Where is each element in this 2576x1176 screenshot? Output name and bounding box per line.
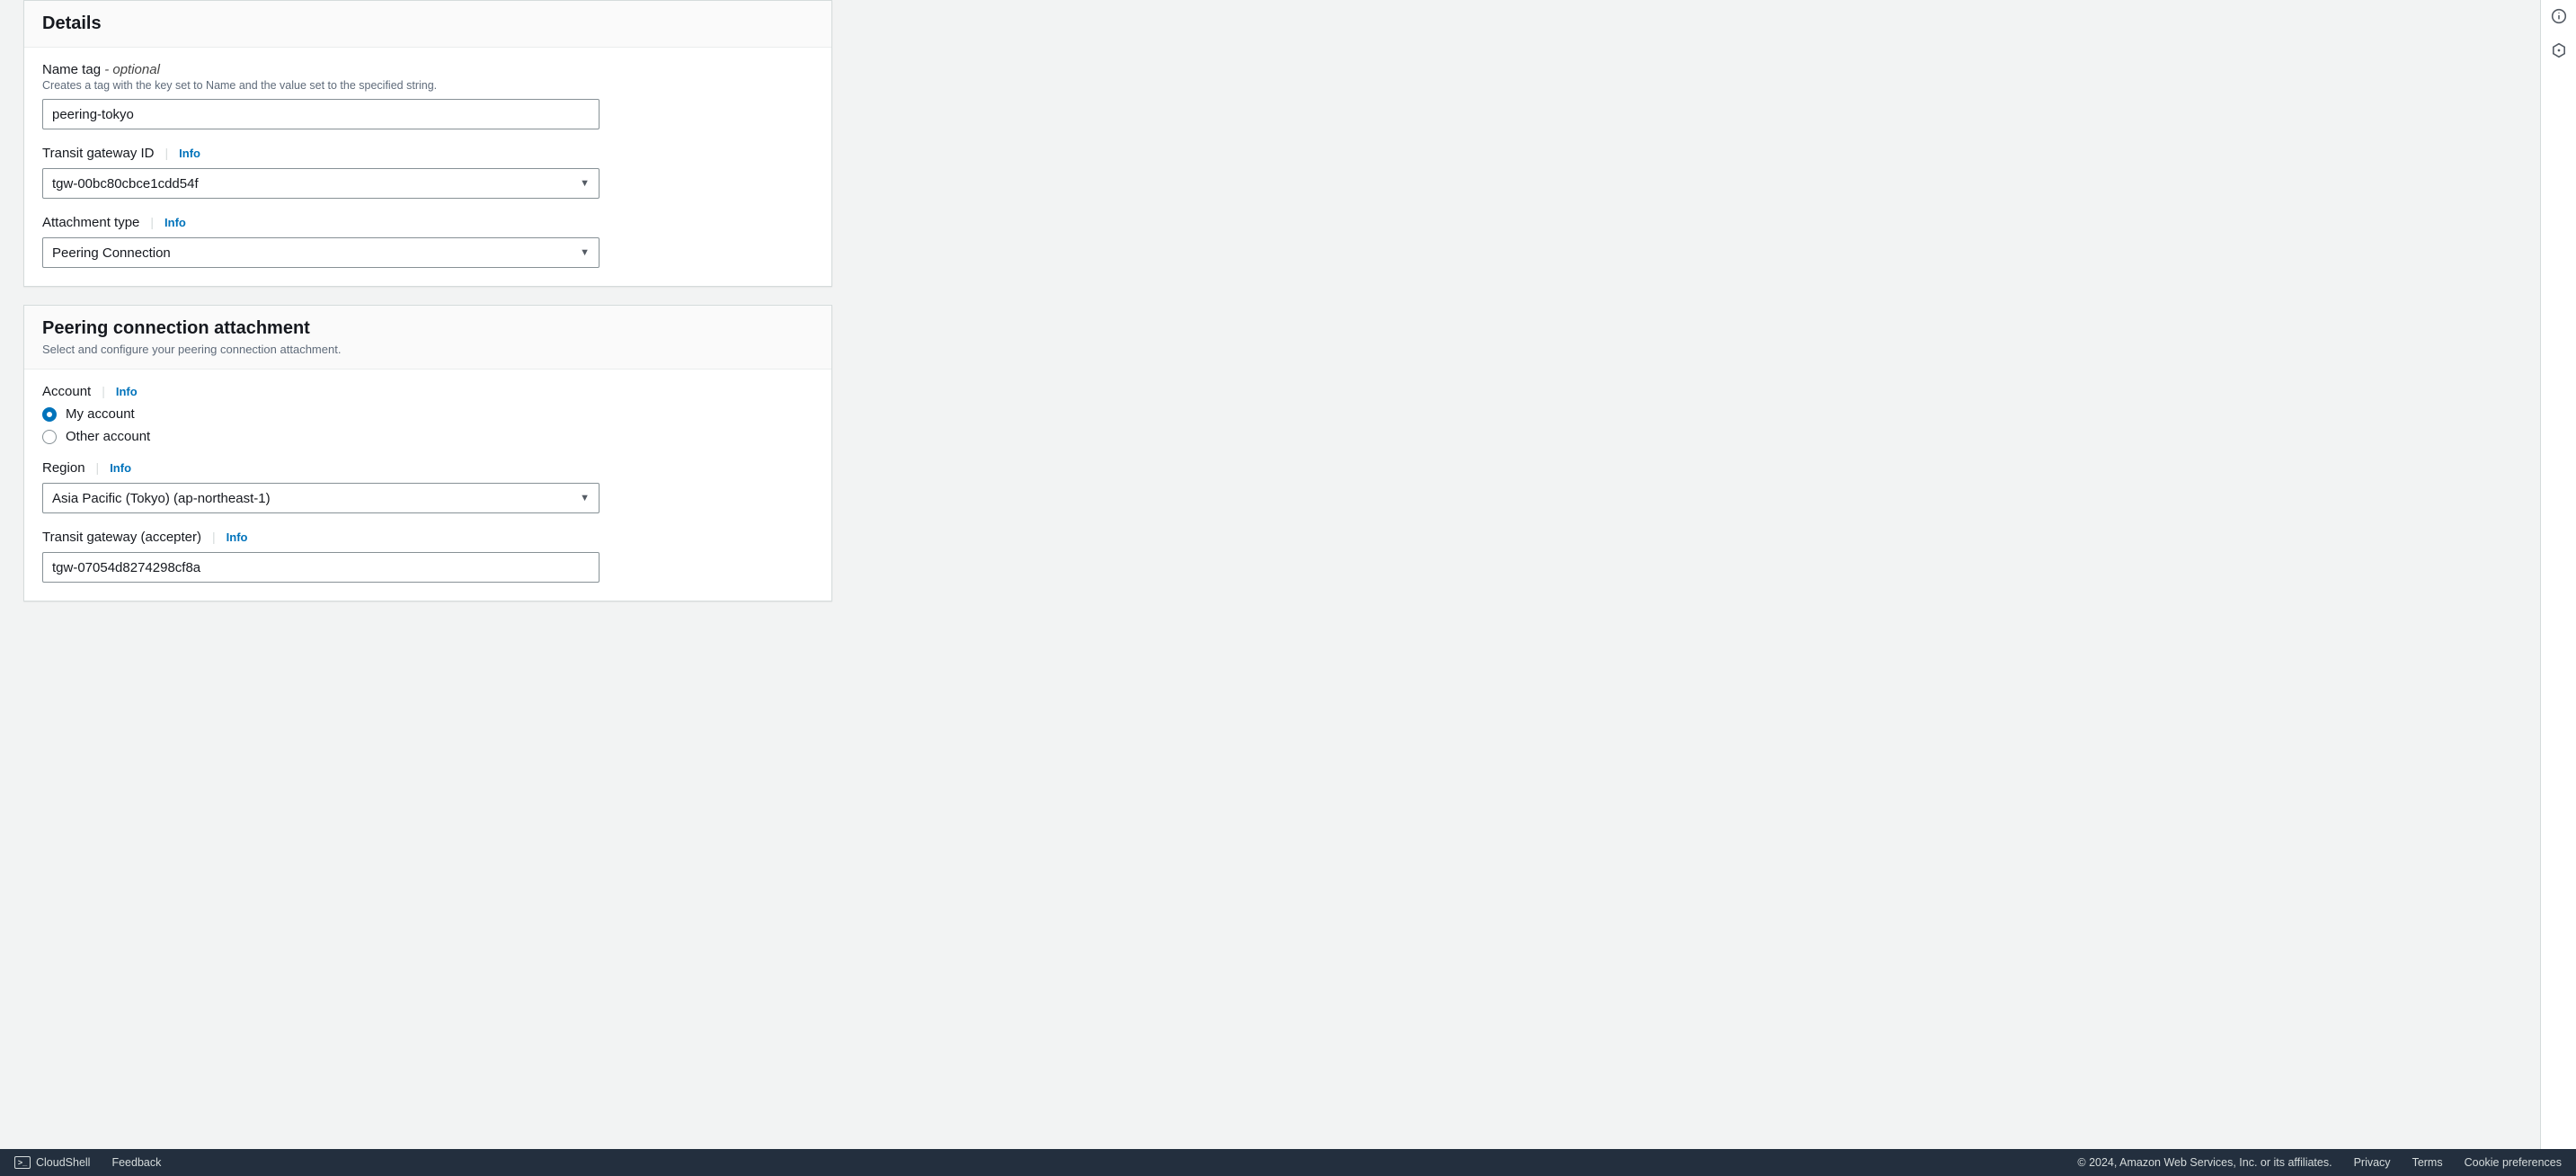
attachment-type-info-link[interactable]: Info [164, 216, 186, 229]
privacy-link[interactable]: Privacy [2354, 1156, 2391, 1169]
details-title: Details [42, 13, 813, 34]
accepter-label: Transit gateway (accepter) [42, 530, 201, 545]
cloudshell-label: CloudShell [36, 1156, 90, 1169]
attachment-type-field: Attachment type | Info Peering Connectio… [42, 215, 813, 268]
security-hexagon-icon[interactable] [2550, 41, 2568, 59]
account-radio-my-label: My account [66, 406, 135, 422]
region-select[interactable]: Asia Pacific (Tokyo) (ap-northeast-1) ▼ [42, 483, 600, 513]
region-info-link[interactable]: Info [110, 461, 131, 475]
account-radio-my[interactable]: My account [42, 406, 813, 422]
region-field: Region | Info Asia Pacific (Tokyo) (ap-n… [42, 460, 813, 513]
tgw-id-label: Transit gateway ID [42, 146, 155, 161]
details-panel: Details Name tag - optional Creates a ta… [23, 0, 832, 287]
account-radio-other[interactable]: Other account [42, 429, 813, 444]
name-tag-field: Name tag - optional Creates a tag with t… [42, 62, 813, 129]
account-field: Account | Info My account Other account [42, 384, 813, 444]
peering-header: Peering connection attachment Select and… [24, 306, 831, 370]
chevron-down-icon: ▼ [580, 493, 590, 503]
attachment-type-label: Attachment type [42, 215, 139, 230]
info-circle-icon[interactable] [2550, 7, 2568, 25]
radio-unchecked-icon [42, 430, 57, 444]
cookie-preferences-link[interactable]: Cookie preferences [2465, 1156, 2562, 1169]
accepter-input[interactable] [42, 552, 600, 583]
name-tag-hint: Creates a tag with the key set to Name a… [42, 79, 813, 92]
tgw-id-select[interactable]: tgw-00bc80cbce1cdd54f ▼ [42, 168, 600, 199]
details-header: Details [24, 1, 831, 48]
account-radio-other-label: Other account [66, 429, 150, 444]
terms-link[interactable]: Terms [2412, 1156, 2443, 1169]
cloudshell-button[interactable]: >_ CloudShell [14, 1156, 90, 1169]
tgw-id-field: Transit gateway ID | Info tgw-00bc80cbce… [42, 146, 813, 199]
peering-title: Peering connection attachment [42, 318, 813, 339]
region-value: Asia Pacific (Tokyo) (ap-northeast-1) [52, 491, 271, 506]
feedback-link[interactable]: Feedback [111, 1156, 161, 1169]
chevron-down-icon: ▼ [580, 247, 590, 258]
radio-checked-icon [42, 407, 57, 422]
copyright-text: © 2024, Amazon Web Services, Inc. or its… [2077, 1156, 2332, 1169]
region-label: Region [42, 460, 85, 476]
tgw-id-value: tgw-00bc80cbce1cdd54f [52, 176, 199, 192]
right-utility-rail [2540, 0, 2576, 1176]
chevron-down-icon: ▼ [580, 178, 590, 189]
attachment-type-value: Peering Connection [52, 245, 171, 261]
account-label: Account [42, 384, 91, 399]
name-tag-label: Name tag - optional [42, 62, 160, 77]
peering-desc: Select and configure your peering connec… [42, 343, 813, 356]
peering-panel: Peering connection attachment Select and… [23, 305, 832, 601]
name-tag-input[interactable] [42, 99, 600, 129]
accepter-field: Transit gateway (accepter) | Info [42, 530, 813, 583]
account-info-link[interactable]: Info [116, 385, 138, 398]
console-footer: >_ CloudShell Feedback © 2024, Amazon We… [0, 1149, 2576, 1176]
attachment-type-select[interactable]: Peering Connection ▼ [42, 237, 600, 268]
tgw-id-info-link[interactable]: Info [179, 147, 200, 160]
cloudshell-icon: >_ [14, 1156, 31, 1169]
accepter-info-link[interactable]: Info [227, 530, 248, 544]
